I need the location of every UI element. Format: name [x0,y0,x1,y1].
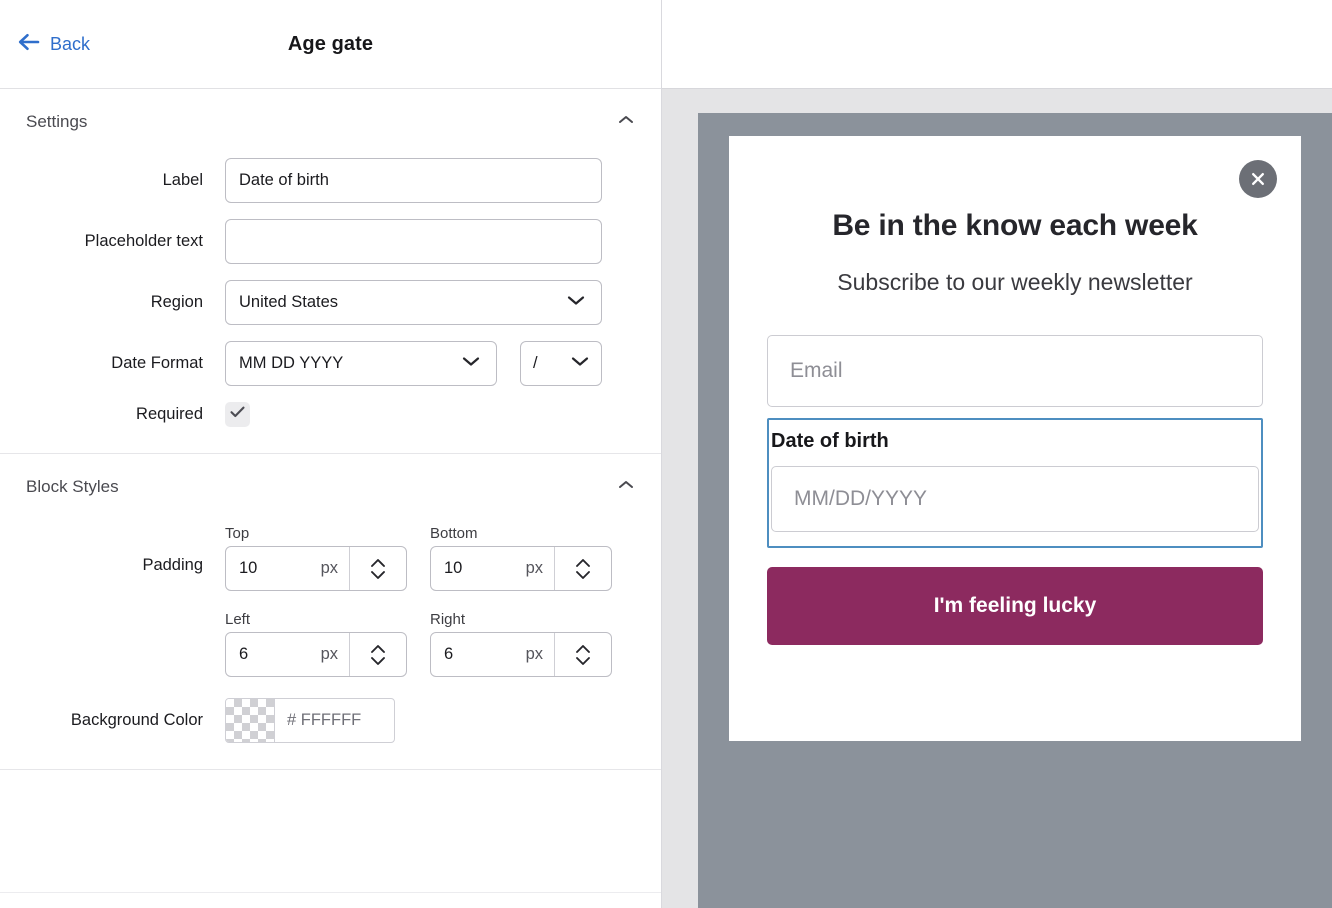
stepper-arrows-icon [573,556,593,582]
settings-panel: Back Age gate Settings Label [0,0,662,908]
padding-top-value: 10 [239,559,257,578]
background-color-field[interactable]: # FFFFFF [225,698,395,743]
check-icon [229,405,246,424]
chevron-down-icon [565,293,587,312]
color-swatch[interactable] [226,699,275,742]
preview-stage: Be in the know each week Subscribe to ou… [662,89,1332,908]
field-row-background-color: Background Color # FFFFFF [0,698,661,743]
placeholder-field-label: Placeholder text [0,232,225,251]
padding-top-unit: px [321,559,338,578]
region-field-label: Region [0,293,225,312]
padding-top-cell: Top 10 px [225,525,407,591]
date-of-birth-label: Date of birth [771,430,1259,453]
stepper-arrows-icon [573,642,593,668]
settings-section: Settings Label Placeholder text [0,89,661,454]
padding-right-stepper[interactable]: 6 px [430,632,612,677]
chevron-up-icon[interactable] [617,113,635,131]
field-row-placeholder: Placeholder text [0,219,661,264]
chevron-down-icon [569,354,591,373]
padding-left-unit: px [321,645,338,664]
padding-top-stepper[interactable]: 10 px [225,546,407,591]
modal-headline: Be in the know each week [767,136,1263,243]
editor-app: Back Age gate Settings Label [0,0,1332,908]
page-title: Age gate [0,33,661,56]
padding-grid: Top 10 px [225,525,612,677]
preview-topbar [662,0,1332,89]
padding-top-caption: Top [225,525,407,542]
background-color-hex[interactable]: # FFFFFF [275,699,394,742]
modal-subheadline: Subscribe to our weekly newsletter [767,243,1263,296]
block-styles-section-header[interactable]: Block Styles [0,454,661,507]
padding-right-stepper-buttons[interactable] [554,633,611,676]
padding-bottom-cell: Bottom 10 px [430,525,612,591]
field-row-required: Required [0,402,661,427]
required-field-label: Required [0,405,225,424]
padding-bottom-stepper-buttons[interactable] [554,547,611,590]
stepper-arrows-icon [368,556,388,582]
padding-right-unit: px [526,645,543,664]
padding-left-caption: Left [225,611,407,628]
panel-bottom-divider [0,892,661,908]
label-field-label: Label [0,171,225,190]
chevron-down-icon [460,354,482,373]
panel-header: Back Age gate [0,0,661,89]
padding-right-cell: Right 6 px [430,611,612,677]
padding-top-stepper-buttons[interactable] [349,547,406,590]
submit-button[interactable]: I'm feeling lucky [767,567,1263,645]
padding-right-caption: Right [430,611,612,628]
field-row-date-format: Date Format MM DD YYYY / [0,341,661,386]
settings-section-header[interactable]: Settings [0,89,661,142]
preview-panel: Be in the know each week Subscribe to ou… [662,0,1332,908]
block-styles-section-title: Block Styles [26,477,119,497]
region-select[interactable]: United States [225,280,602,325]
preview-overlay: Be in the know each week Subscribe to ou… [698,113,1332,908]
date-separator-value: / [533,354,538,373]
block-styles-section: Block Styles Padding Top [0,454,661,770]
padding-bottom-unit: px [526,559,543,578]
padding-field-label: Padding [0,525,225,575]
date-format-select[interactable]: MM DD YYYY [225,341,497,386]
label-input[interactable] [225,158,602,203]
field-row-label: Label [0,158,661,203]
field-row-padding: Padding Top 10 px [0,525,661,677]
date-separator-select[interactable]: / [520,341,602,386]
arrow-left-icon [17,32,41,57]
padding-left-value: 6 [239,645,248,664]
padding-right-value: 6 [444,645,453,664]
padding-bottom-stepper[interactable]: 10 px [430,546,612,591]
background-color-field-label: Background Color [0,711,225,730]
back-button[interactable]: Back [17,32,90,57]
region-select-value: United States [239,293,338,312]
placeholder-input[interactable] [225,219,602,264]
stepper-arrows-icon [368,642,388,668]
padding-bottom-caption: Bottom [430,525,612,542]
padding-left-cell: Left 6 px [225,611,407,677]
date-of-birth-block[interactable]: Date of birth [767,418,1263,548]
settings-section-title: Settings [26,112,87,132]
close-x-icon[interactable] [1239,160,1277,198]
date-of-birth-input[interactable] [771,466,1259,532]
back-button-label: Back [50,34,90,55]
padding-left-stepper-buttons[interactable] [349,633,406,676]
date-format-select-value: MM DD YYYY [239,354,343,373]
padding-left-stepper[interactable]: 6 px [225,632,407,677]
required-checkbox[interactable] [225,402,250,427]
padding-bottom-value: 10 [444,559,462,578]
chevron-up-icon[interactable] [617,478,635,496]
newsletter-modal: Be in the know each week Subscribe to ou… [729,136,1301,741]
email-field[interactable] [767,335,1263,407]
field-row-region: Region United States [0,280,661,325]
date-format-field-label: Date Format [0,354,225,373]
